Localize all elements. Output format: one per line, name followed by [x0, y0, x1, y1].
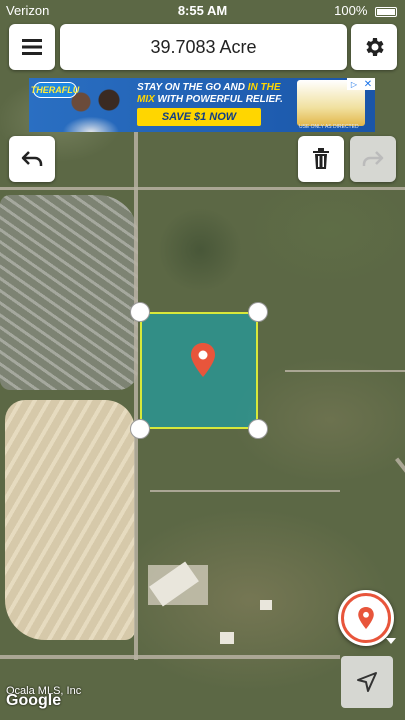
- status-bar: Verizon 8:55 AM 100%: [0, 0, 405, 22]
- top-toolbar: 39.7083 Acre: [0, 22, 405, 72]
- polygon-vertex-top-right[interactable]: [248, 302, 268, 322]
- undo-arrow-icon: [21, 151, 43, 166]
- ad-fine-print: USE ONLY AS DIRECTED: [299, 124, 359, 130]
- polygon-vertex-bottom-left[interactable]: [130, 419, 150, 439]
- menu-button[interactable]: [9, 24, 55, 70]
- area-title-text: 39.7083 Acre: [150, 36, 257, 57]
- ad-brand-logo: THERAFLU: [31, 82, 79, 98]
- ad-headline-part: STAY ON THE GO AND: [137, 82, 248, 93]
- chevron-down-icon[interactable]: [386, 638, 396, 644]
- battery-percent: 100%: [334, 3, 368, 18]
- map-subdivision-area: [0, 195, 138, 390]
- map-road: [0, 187, 405, 190]
- redo-arrow-icon: [362, 151, 384, 166]
- navigation-arrow-icon: [357, 672, 377, 692]
- map-road: [150, 490, 340, 492]
- polygon-vertex-top-left[interactable]: [130, 302, 150, 322]
- area-title: 39.7083 Acre: [60, 24, 347, 70]
- ad-headline: STAY ON THE GO AND IN THE MIX WITH POWER…: [137, 82, 287, 106]
- gear-icon: [366, 38, 384, 56]
- map-building: [220, 632, 234, 644]
- map-construction-area: [5, 400, 135, 640]
- locate-button-ring: [341, 593, 391, 643]
- trash-icon: [313, 148, 329, 169]
- map-road: [0, 655, 340, 659]
- hamburger-menu-icon: [22, 39, 42, 55]
- map-road: [395, 457, 405, 594]
- redo-button[interactable]: [350, 136, 396, 182]
- google-logo: Google: [6, 692, 62, 709]
- map-building: [260, 600, 272, 610]
- map-pin-marker[interactable]: [191, 343, 215, 377]
- close-icon[interactable]: ✕: [361, 78, 375, 90]
- polygon-vertex-bottom-right[interactable]: [248, 419, 268, 439]
- undo-button[interactable]: [9, 136, 55, 182]
- map-road: [285, 370, 405, 372]
- ad-banner[interactable]: THERAFLU STAY ON THE GO AND IN THE MIX W…: [29, 78, 375, 132]
- ad-cta-button[interactable]: SAVE $1 NOW: [137, 108, 261, 126]
- settings-button[interactable]: [351, 24, 397, 70]
- delete-button[interactable]: [298, 136, 344, 182]
- navigate-button[interactable]: [341, 656, 393, 708]
- ad-headline-part: WITH POWERFUL RELIEF.: [154, 94, 283, 105]
- battery-indicator: 100%: [334, 3, 397, 18]
- map-road: [134, 130, 138, 660]
- battery-icon: [375, 6, 397, 17]
- adchoices-icon[interactable]: ▷: [347, 78, 361, 90]
- map-pin-icon: [358, 607, 374, 629]
